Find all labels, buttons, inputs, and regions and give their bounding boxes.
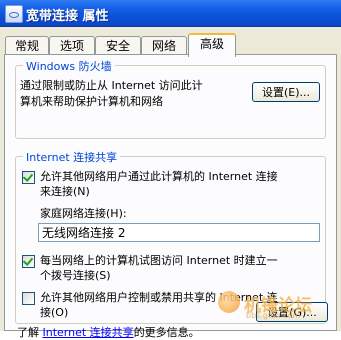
dialog-client-area: 常规 选项 安全 网络 高级 Windows 防火墙 通过限制或防止从 Inte… — [0, 27, 341, 339]
network-connection-icon — [5, 5, 23, 23]
firewall-group: Windows 防火墙 通过限制或防止从 Internet 访问此计 算机来帮助… — [15, 58, 326, 139]
dial-on-demand-label-line1[interactable]: 每当网络上的计算机试图访问 Internet 时建立一 — [40, 253, 278, 268]
title-bar[interactable]: 宽带连接 属性 — [0, 0, 341, 27]
ics-group-title: Internet 连接共享 — [23, 149, 121, 165]
checkmark-icon — [22, 171, 34, 182]
advanced-tab-panel: Windows 防火墙 通过限制或防止从 Internet 访问此计 算机来帮助… — [4, 54, 337, 339]
tab-general[interactable]: 常规 — [5, 36, 49, 55]
learn-more-prefix: 了解 — [17, 326, 43, 339]
firewall-description-line2: 算机来帮助保护计算机和网络 — [20, 95, 163, 108]
home-network-field[interactable]: 无线网络连接 2 — [38, 223, 320, 242]
allow-control-checkbox[interactable] — [22, 292, 35, 305]
allow-control-label-line2[interactable]: 接(O) — [40, 305, 68, 320]
tab-strip: 常规 选项 安全 网络 高级 — [5, 33, 335, 57]
firewall-settings-button[interactable]: 设置(E)... — [252, 82, 320, 102]
dial-on-demand-checkbox[interactable] — [22, 255, 35, 268]
ics-group: Internet 连接共享 允许其他网络用户通过此计算机的 Internet 连… — [15, 149, 326, 324]
ics-help-link[interactable]: Internet 连接共享 — [43, 326, 134, 339]
firewall-group-title: Windows 防火墙 — [23, 58, 115, 74]
tab-options[interactable]: 选项 — [49, 36, 95, 55]
firewall-description-line1: 通过限制或防止从 Internet 访问此计 — [20, 79, 203, 92]
tab-security[interactable]: 安全 — [95, 36, 141, 55]
allow-share-label-line2[interactable]: 来连接(N) — [40, 184, 90, 199]
allow-share-label-line1[interactable]: 允许其他网络用户通过此计算机的 Internet 连接 — [40, 169, 278, 184]
dial-on-demand-label-line2[interactable]: 个拨号连接(S) — [40, 268, 111, 283]
tab-advanced[interactable]: 高级 — [188, 33, 236, 57]
learn-more-text: 了解 Internet 连接共享的更多信息。 — [17, 325, 200, 340]
checkmark-icon — [22, 255, 34, 266]
allow-control-label-line1[interactable]: 允许其他网络用户控制或禁用共享的 Internet 连 — [40, 290, 278, 305]
window-title: 宽带连接 属性 — [26, 9, 109, 24]
learn-more-suffix: 的更多信息。 — [133, 326, 200, 339]
tab-networking[interactable]: 网络 — [141, 36, 187, 55]
allow-share-checkbox[interactable] — [22, 171, 35, 184]
ics-settings-button[interactable]: 设置(G)... — [256, 302, 328, 322]
home-network-label: 家庭网络连接(H): — [40, 207, 127, 220]
